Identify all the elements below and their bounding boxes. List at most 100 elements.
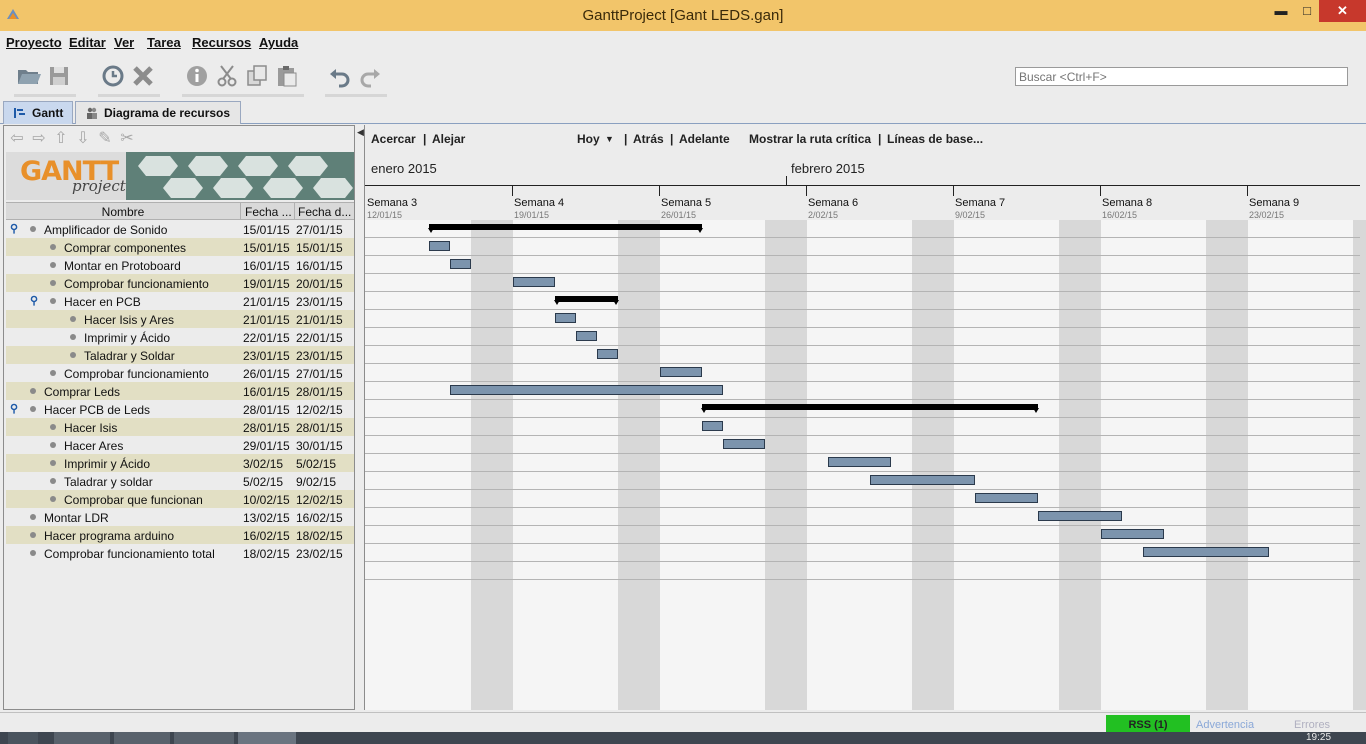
- task-bar[interactable]: [513, 277, 555, 287]
- task-bar[interactable]: [429, 241, 450, 251]
- delete-icon[interactable]: [130, 63, 156, 89]
- menu-editar[interactable]: Editar: [69, 35, 106, 50]
- unlink-icon[interactable]: ✂: [118, 130, 136, 148]
- arrow-right-icon[interactable]: ⇨: [30, 130, 48, 148]
- task-row[interactable]: Hacer Isis 28/01/15 28/01/15: [6, 418, 354, 436]
- task-bar[interactable]: [870, 475, 975, 485]
- task-row[interactable]: ⚲ Hacer PCB de Leds 28/01/15 12/02/15: [6, 400, 354, 418]
- app-taskbar-icon[interactable]: [174, 732, 234, 744]
- task-name[interactable]: Taladrar y soldar: [64, 475, 153, 489]
- redo-icon[interactable]: [357, 63, 383, 89]
- task-row[interactable]: Imprimir y Ácido 3/02/15 5/02/15: [6, 454, 354, 472]
- task-name[interactable]: Comprar componentes: [64, 241, 186, 255]
- task-name[interactable]: Taladrar y Soldar: [84, 349, 175, 363]
- task-name[interactable]: Comprar Leds: [44, 385, 120, 399]
- search-input[interactable]: [1015, 67, 1348, 86]
- task-row[interactable]: Hacer Isis y Ares 21/01/15 21/01/15: [6, 310, 354, 328]
- task-row[interactable]: Montar en Protoboard 16/01/15 16/01/15: [6, 256, 354, 274]
- start-icon[interactable]: [8, 732, 38, 744]
- task-name[interactable]: Hacer en PCB: [64, 295, 141, 309]
- save-icon[interactable]: [46, 63, 72, 89]
- tab-gantt[interactable]: Gantt: [3, 101, 73, 124]
- task-bar[interactable]: [1038, 511, 1122, 521]
- task-name[interactable]: Montar LDR: [44, 511, 109, 525]
- task-bar[interactable]: [555, 313, 576, 323]
- zoom-in-link[interactable]: Acercar: [371, 132, 416, 146]
- summary-task-bar[interactable]: [554, 296, 619, 305]
- task-name[interactable]: Hacer programa arduino: [44, 529, 174, 543]
- task-name[interactable]: Comprobar funcionamiento: [64, 367, 209, 381]
- task-row[interactable]: Comprobar funcionamiento total 18/02/15 23…: [6, 544, 354, 562]
- task-row[interactable]: Hacer programa arduino 16/02/15 18/02/15: [6, 526, 354, 544]
- column-header-end[interactable]: Fecha d...: [295, 203, 354, 220]
- task-row[interactable]: Montar LDR 13/02/15 16/02/15: [6, 508, 354, 526]
- menu-ayuda[interactable]: Ayuda: [259, 35, 298, 50]
- task-row[interactable]: Comprar componentes 15/01/15 15/01/15: [6, 238, 354, 256]
- task-name[interactable]: Hacer Ares: [64, 439, 123, 453]
- copy-icon[interactable]: [244, 63, 270, 89]
- errors-indicator[interactable]: Errores: [1294, 719, 1330, 731]
- column-header-start[interactable]: Fecha ...: [241, 203, 295, 220]
- task-row[interactable]: Comprobar funcionamiento 26/01/15 27/01/15: [6, 364, 354, 382]
- panel-splitter[interactable]: ◀: [356, 125, 364, 710]
- baselines-link[interactable]: Líneas de base...: [887, 132, 983, 146]
- arrow-up-icon[interactable]: ⇧: [52, 130, 70, 148]
- task-bar[interactable]: [597, 349, 618, 359]
- task-row[interactable]: Comprar Leds 16/01/15 28/01/15: [6, 382, 354, 400]
- summary-task-bar[interactable]: [428, 224, 703, 233]
- task-bar[interactable]: [1143, 547, 1269, 557]
- ganttproject-taskbar-icon[interactable]: [238, 732, 296, 744]
- expand-toggle-icon[interactable]: ⚲: [30, 295, 38, 307]
- task-row[interactable]: ⚲ Amplificador de Sonido 15/01/15 27/01/15: [6, 220, 354, 238]
- today-dropdown[interactable]: Hoy: [577, 132, 600, 146]
- warnings-indicator[interactable]: Advertencia: [1196, 719, 1254, 731]
- arrow-left-icon[interactable]: ⇦: [8, 130, 26, 148]
- task-row[interactable]: ⚲ Hacer en PCB 21/01/15 23/01/15: [6, 292, 354, 310]
- task-bar[interactable]: [723, 439, 765, 449]
- history-icon[interactable]: [100, 63, 126, 89]
- forward-link[interactable]: Adelante: [679, 132, 730, 146]
- chevron-down-icon[interactable]: ▼: [605, 134, 614, 144]
- close-button[interactable]: ✕: [1319, 0, 1366, 22]
- task-name[interactable]: Comprobar funcionamiento total: [44, 547, 215, 561]
- task-bar[interactable]: [702, 421, 723, 431]
- zoom-out-link[interactable]: Alejar: [432, 132, 465, 146]
- paste-icon[interactable]: [274, 63, 300, 89]
- link-icon[interactable]: ✎: [96, 130, 114, 148]
- task-row[interactable]: Taladrar y Soldar 23/01/15 23/01/15: [6, 346, 354, 364]
- task-bar[interactable]: [1101, 529, 1164, 539]
- task-bar[interactable]: [828, 457, 891, 467]
- gantt-grid[interactable]: [365, 220, 1366, 710]
- expand-toggle-icon[interactable]: ⚲: [10, 403, 18, 415]
- task-bar[interactable]: [450, 259, 471, 269]
- summary-task-bar[interactable]: [701, 404, 1039, 413]
- tab-resources[interactable]: Diagrama de recursos: [75, 101, 241, 124]
- cut-icon[interactable]: [214, 63, 240, 89]
- task-name[interactable]: Imprimir y Ácido: [64, 457, 150, 471]
- browser-taskbar-icon[interactable]: [54, 732, 110, 744]
- menu-proyecto[interactable]: Proyecto: [6, 35, 62, 50]
- open-folder-icon[interactable]: [16, 63, 42, 89]
- column-header-name[interactable]: Nombre: [6, 203, 241, 220]
- arrow-down-icon[interactable]: ⇩: [74, 130, 92, 148]
- task-name[interactable]: Hacer Isis y Ares: [84, 313, 174, 327]
- task-bar[interactable]: [450, 385, 723, 395]
- task-bar[interactable]: [975, 493, 1038, 503]
- task-row[interactable]: Imprimir y Ácido 22/01/15 22/01/15: [6, 328, 354, 346]
- task-bar[interactable]: [576, 331, 597, 341]
- expand-toggle-icon[interactable]: ⚲: [10, 223, 18, 235]
- task-name[interactable]: Comprobar que funcionan: [64, 493, 203, 507]
- task-bar[interactable]: [660, 367, 702, 377]
- rss-indicator[interactable]: RSS (1): [1106, 715, 1190, 733]
- task-row[interactable]: Taladrar y soldar 5/02/15 9/02/15: [6, 472, 354, 490]
- menu-ver[interactable]: Ver: [114, 35, 134, 50]
- undo-icon[interactable]: [327, 63, 353, 89]
- collapse-arrow-icon[interactable]: ◀: [357, 127, 364, 138]
- maximize-button[interactable]: □: [1292, 0, 1322, 22]
- task-row[interactable]: Comprobar que funcionan 10/02/15 12/02/15: [6, 490, 354, 508]
- task-name[interactable]: Hacer Isis: [64, 421, 117, 435]
- task-name[interactable]: Comprobar funcionamiento: [64, 277, 209, 291]
- folder-taskbar-icon[interactable]: [114, 732, 170, 744]
- task-row[interactable]: Comprobar funcionamiento 19/01/15 20/01/15: [6, 274, 354, 292]
- task-row[interactable]: Hacer Ares 29/01/15 30/01/15: [6, 436, 354, 454]
